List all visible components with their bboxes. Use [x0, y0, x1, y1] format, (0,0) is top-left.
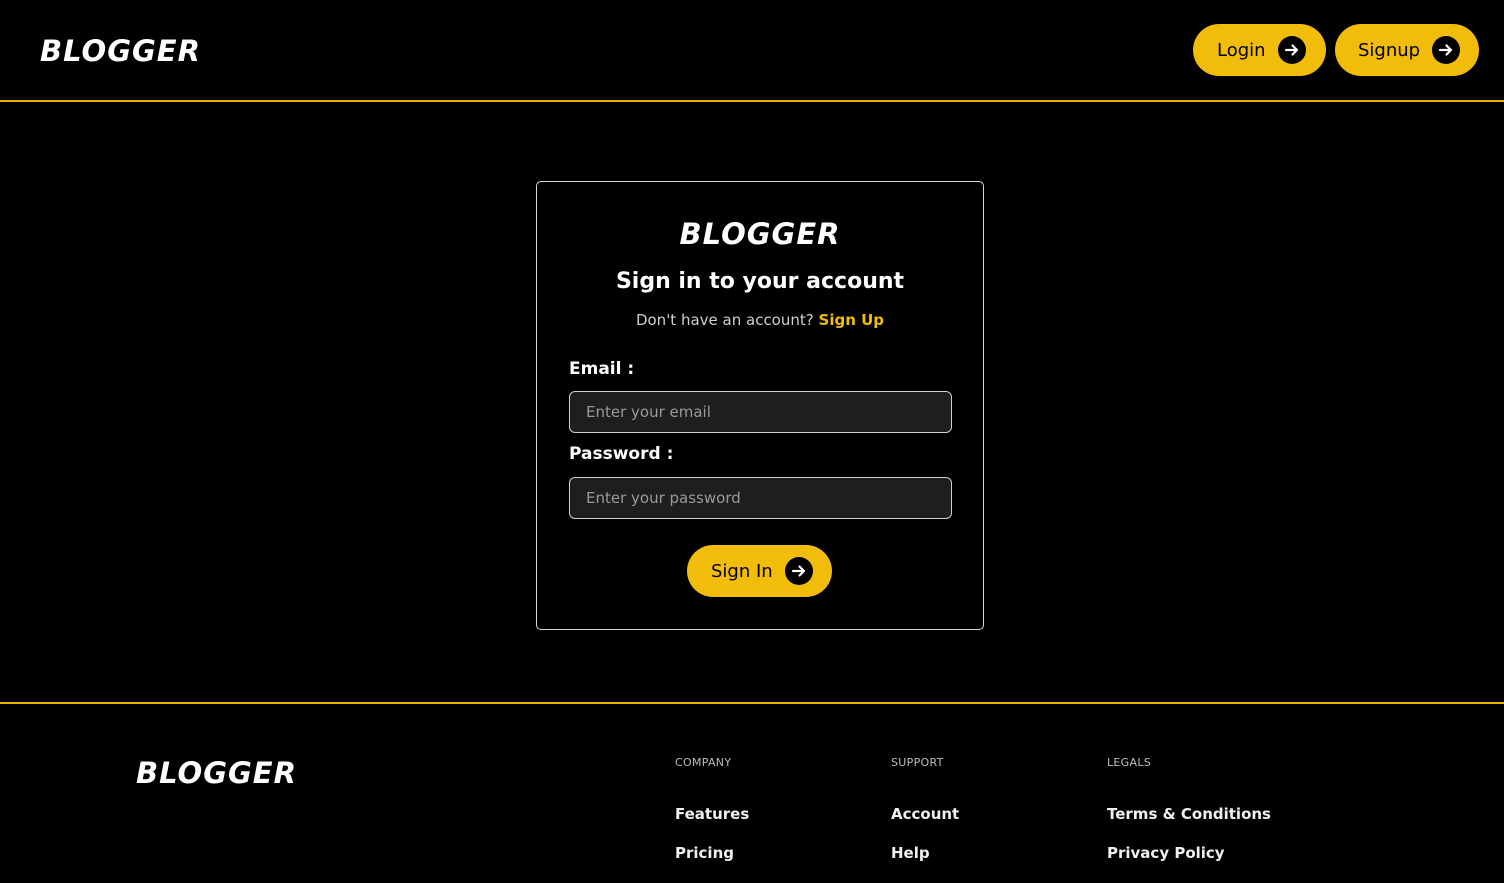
footer-heading-support: SUPPORT [891, 756, 944, 769]
signup-button[interactable]: Signup [1335, 24, 1479, 76]
signup-prompt: Don't have an account? Sign Up [537, 311, 983, 329]
login-button-label: Login [1217, 39, 1266, 61]
footer-logo[interactable]: BLOGGER [136, 756, 297, 790]
arrow-right-icon [1432, 36, 1461, 64]
email-label: Email : [569, 359, 635, 379]
footer-link-pricing[interactable]: Pricing [675, 844, 749, 862]
navbar: BLOGGER Login Signup [0, 0, 1504, 102]
signin-button[interactable]: Sign In [687, 545, 832, 597]
site-logo[interactable]: BLOGGER [40, 34, 201, 68]
password-input[interactable] [569, 477, 952, 519]
email-input[interactable] [569, 391, 952, 433]
signup-button-label: Signup [1358, 39, 1421, 61]
signin-card: BLOGGER Sign in to your account Don't ha… [536, 181, 984, 630]
signin-title: Sign in to your account [615, 269, 905, 294]
signin-button-label: Sign In [711, 560, 773, 582]
footer-link-features[interactable]: Features [675, 805, 749, 823]
footer-link-terms[interactable]: Terms & Conditions [1107, 805, 1271, 823]
signup-link[interactable]: Sign Up [819, 311, 885, 329]
footer-link-help[interactable]: Help [891, 844, 959, 862]
card-logo: BLOGGER [679, 217, 841, 251]
password-label: Password : [569, 444, 674, 464]
arrow-right-icon [1277, 36, 1306, 64]
footer-link-account[interactable]: Account [891, 805, 959, 823]
footer-link-privacy[interactable]: Privacy Policy [1107, 844, 1271, 862]
login-button[interactable]: Login [1193, 24, 1326, 76]
arrow-right-icon [784, 557, 813, 585]
signup-prompt-text: Don't have an account? [635, 311, 814, 329]
footer-heading-company: COMPANY [675, 756, 732, 769]
footer: BLOGGER COMPANY Features Pricing SUPPORT… [0, 702, 1504, 864]
footer-heading-legals: LEGALS [1107, 756, 1152, 769]
